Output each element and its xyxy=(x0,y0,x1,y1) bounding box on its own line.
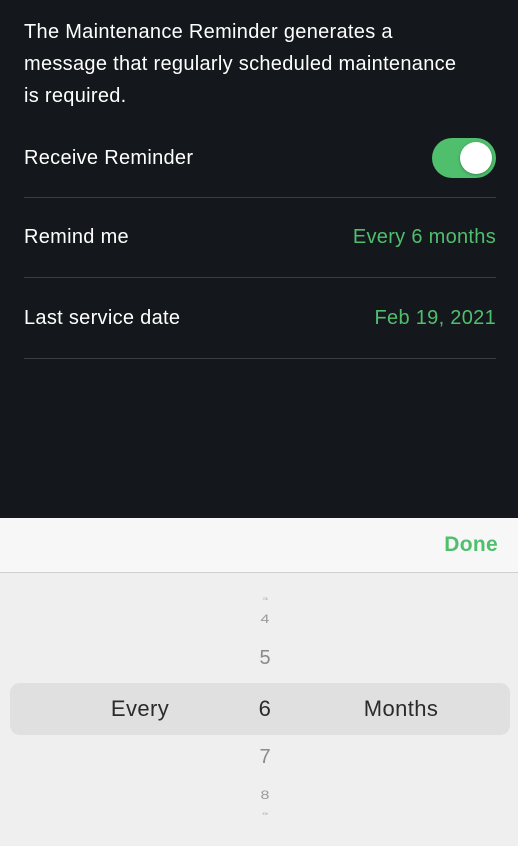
picker-option[interactable]: 3 xyxy=(262,597,268,601)
receive-reminder-toggle[interactable] xyxy=(432,138,496,178)
maintenance-reminder-screen: The Maintenance Reminder generates a mes… xyxy=(0,0,518,846)
picker-option[interactable]: 4 xyxy=(261,613,270,627)
receive-reminder-row: Receive Reminder xyxy=(24,118,496,198)
picker-option[interactable]: 8 xyxy=(261,789,270,803)
picker-prefix: Every xyxy=(110,696,170,721)
description-text: The Maintenance Reminder generates a mes… xyxy=(24,21,457,107)
divider xyxy=(24,358,496,359)
picker-selected-value[interactable]: 6 xyxy=(259,683,272,735)
last-service-label: Last service date xyxy=(24,306,181,329)
done-button[interactable]: Done xyxy=(444,518,498,572)
last-service-row[interactable]: Last service date Feb 19, 2021 xyxy=(24,278,496,358)
picker-option[interactable]: 7 xyxy=(259,746,270,769)
interval-picker[interactable]: Every 6 Months 3 4 5 7 8 9 xyxy=(0,573,518,846)
picker-suffix: Months xyxy=(363,696,439,721)
picker-option[interactable]: 9 xyxy=(262,812,268,816)
last-service-value[interactable]: Feb 19, 2021 xyxy=(375,307,496,330)
remind-me-row[interactable]: Remind me Every 6 months xyxy=(24,197,496,277)
remind-me-value[interactable]: Every 6 months xyxy=(353,226,496,249)
picker-option[interactable]: 5 xyxy=(259,647,270,670)
settings-panel: The Maintenance Reminder generates a mes… xyxy=(0,0,518,518)
receive-reminder-label: Receive Reminder xyxy=(24,146,194,169)
toggle-knob xyxy=(460,142,492,174)
remind-me-label: Remind me xyxy=(24,225,129,248)
picker-toolbar: Done xyxy=(0,518,518,573)
